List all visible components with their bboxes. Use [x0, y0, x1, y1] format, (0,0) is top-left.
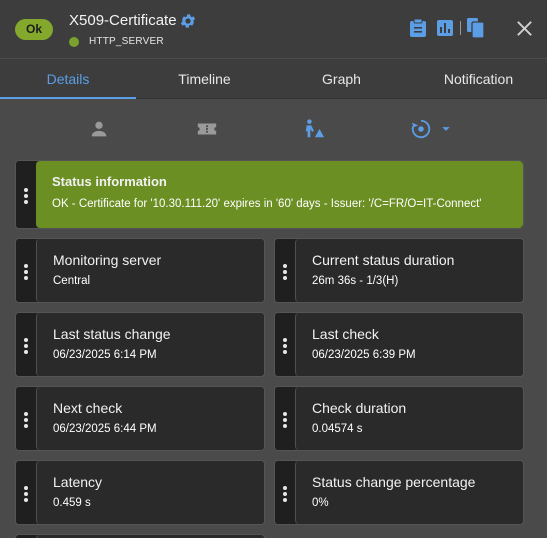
chevron-down-icon[interactable]	[440, 118, 452, 140]
detail-label: Check duration	[312, 400, 407, 416]
person-icon[interactable]	[88, 118, 110, 140]
tab-details[interactable]: Details	[0, 59, 136, 99]
detail-card-partial	[15, 534, 265, 538]
detail-card-body: Monitoring server Central	[36, 239, 264, 302]
drag-handle-icon[interactable]	[275, 313, 295, 376]
detail-card-last-check: Last check 06/23/2025 6:39 PM	[274, 312, 524, 377]
detail-tabs: Details Timeline Graph Notification	[0, 58, 547, 99]
detail-card-body: Latency 0.459 s	[36, 461, 264, 524]
maintenance-icon[interactable]	[303, 118, 325, 140]
detail-value: 06/23/2025 6:39 PM	[312, 349, 416, 361]
detail-card-monitoring-server: Monitoring server Central	[15, 238, 265, 303]
detail-value: 0.04574 s	[312, 423, 363, 435]
status-information-card: Status information OK - Certificate for …	[15, 160, 524, 229]
status-information-body: Status information OK - Certificate for …	[36, 161, 523, 228]
detail-value: 0.459 s	[53, 497, 91, 509]
status-information-value: OK - Certificate for '10.30.111.20' expi…	[52, 198, 482, 210]
tab-timeline[interactable]: Timeline	[136, 59, 273, 99]
tab-graph[interactable]: Graph	[273, 59, 410, 99]
clipboard-icon[interactable]	[409, 18, 427, 38]
detail-card-status-change-percentage: Status change percentage 0%	[274, 460, 524, 525]
drag-handle-icon[interactable]	[16, 387, 36, 450]
detail-card-check-duration: Check duration 0.04574 s	[274, 386, 524, 451]
detail-card-body: Next check 06/23/2025 6:44 PM	[36, 387, 264, 450]
detail-value: Central	[53, 275, 91, 287]
parent-host: HTTP_SERVER	[69, 36, 164, 47]
detail-label: Status change percentage	[312, 474, 476, 490]
header-divider	[460, 21, 461, 35]
close-icon[interactable]	[515, 19, 534, 38]
detail-card-next-check: Next check 06/23/2025 6:44 PM	[15, 386, 265, 451]
drag-handle-icon[interactable]	[16, 161, 36, 228]
detail-card-current-status-duration: Current status duration 26m 36s - 1/3(H)	[274, 238, 524, 303]
detail-card-latency: Latency 0.459 s	[15, 460, 265, 525]
gear-icon[interactable]	[179, 12, 197, 30]
host-status-dot	[69, 36, 79, 47]
detail-value: 0%	[312, 497, 329, 509]
resource-title: X509-Certificate	[69, 12, 177, 29]
detail-label: Last check	[312, 326, 379, 342]
panel-header: Ok X509-Certificate HTTP_SERVER	[0, 0, 547, 58]
drag-handle-icon[interactable]	[275, 239, 295, 302]
status-badge: Ok	[15, 19, 53, 40]
drag-handle-icon[interactable]	[275, 387, 295, 450]
action-icons-bar	[0, 100, 547, 156]
detail-card-body: Current status duration 26m 36s - 1/3(H)	[295, 239, 523, 302]
detail-label: Current status duration	[312, 252, 455, 268]
detail-card-body: Status change percentage 0%	[295, 461, 523, 524]
drag-handle-icon[interactable]	[16, 239, 36, 302]
tab-notification[interactable]: Notification	[410, 59, 547, 99]
acknowledge-icon[interactable]	[410, 118, 432, 140]
header-actions	[409, 18, 494, 38]
detail-value: 26m 36s - 1/3(H)	[312, 275, 399, 287]
copy-icon[interactable]	[467, 18, 485, 38]
parent-host-name[interactable]: HTTP_SERVER	[89, 36, 164, 47]
detail-card-body: Last check 06/23/2025 6:39 PM	[295, 313, 523, 376]
chart-icon[interactable]	[436, 18, 454, 38]
detail-label: Monitoring server	[53, 252, 162, 268]
detail-label: Last status change	[53, 326, 171, 342]
detail-card-last-status-change: Last status change 06/23/2025 6:14 PM	[15, 312, 265, 377]
drag-handle-icon[interactable]	[275, 461, 295, 524]
drag-handle-icon[interactable]	[16, 313, 36, 376]
detail-label: Latency	[53, 474, 103, 490]
drag-handle-icon[interactable]	[16, 461, 36, 524]
detail-card-body: Last status change 06/23/2025 6:14 PM	[36, 313, 264, 376]
detail-label: Next check	[53, 400, 123, 416]
detail-value: 06/23/2025 6:14 PM	[53, 349, 157, 361]
ticket-icon[interactable]	[196, 118, 218, 140]
detail-value: 06/23/2025 6:44 PM	[53, 423, 157, 435]
detail-card-body: Check duration 0.04574 s	[295, 387, 523, 450]
status-information-label: Status information	[52, 174, 167, 189]
